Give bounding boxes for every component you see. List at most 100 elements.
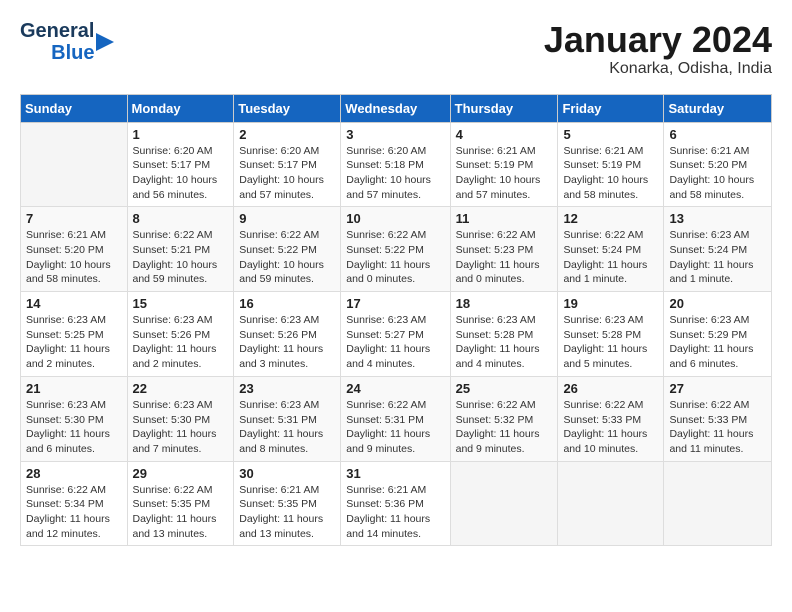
- day-info: Sunrise: 6:22 AM Sunset: 5:34 PM Dayligh…: [26, 483, 122, 542]
- day-info: Sunrise: 6:23 AM Sunset: 5:31 PM Dayligh…: [239, 398, 335, 457]
- calendar-cell: 7 Sunrise: 6:21 AM Sunset: 5:20 PM Daylig…: [21, 207, 128, 292]
- day-number: 28: [26, 466, 122, 481]
- day-info: Sunrise: 6:23 AM Sunset: 5:28 PM Dayligh…: [456, 313, 553, 372]
- calendar-cell: 2Sunrise: 6:20 AM Sunset: 5:17 PM Daylig…: [234, 122, 341, 207]
- calendar-cell: 8 Sunrise: 6:22 AM Sunset: 5:21 PM Daylig…: [127, 207, 234, 292]
- weekday-header-saturday: Saturday: [664, 94, 772, 122]
- calendar-cell: 24 Sunrise: 6:22 AM Sunset: 5:31 PM Dayli…: [341, 376, 450, 461]
- calendar-cell: 1 Sunrise: 6:20 AM Sunset: 5:17 PM Daylig…: [127, 122, 234, 207]
- day-number: 17: [346, 296, 444, 311]
- calendar-cell: 29 Sunrise: 6:22 AM Sunset: 5:35 PM Dayli…: [127, 461, 234, 546]
- day-number: 1: [133, 127, 229, 142]
- day-number: 14: [26, 296, 122, 311]
- day-info: Sunrise: 6:21 AM Sunset: 5:36 PM Dayligh…: [346, 483, 444, 542]
- day-info: Sunrise: 6:20 AM Sunset: 5:17 PM Dayligh…: [133, 144, 229, 203]
- day-info: Sunrise: 6:22 AM Sunset: 5:22 PM Dayligh…: [239, 228, 335, 287]
- calendar-cell: 30Sunrise: 6:21 AM Sunset: 5:35 PM Dayli…: [234, 461, 341, 546]
- day-number: 8: [133, 211, 229, 226]
- title-block: January 2024 Konarka, Odisha, India: [544, 20, 772, 78]
- day-number: 4: [456, 127, 553, 142]
- day-number: 18: [456, 296, 553, 311]
- calendar-cell: 17 Sunrise: 6:23 AM Sunset: 5:27 PM Dayli…: [341, 292, 450, 377]
- calendar-cell: [664, 461, 772, 546]
- day-info: Sunrise: 6:21 AM Sunset: 5:20 PM Dayligh…: [26, 228, 122, 287]
- day-number: 15: [133, 296, 229, 311]
- calendar-cell: 9 Sunrise: 6:22 AM Sunset: 5:22 PM Daylig…: [234, 207, 341, 292]
- calendar-cell: [21, 122, 128, 207]
- calendar-cell: 11Sunrise: 6:22 AM Sunset: 5:23 PM Dayli…: [450, 207, 558, 292]
- day-info: Sunrise: 6:22 AM Sunset: 5:23 PM Dayligh…: [456, 228, 553, 287]
- calendar-cell: 19 Sunrise: 6:23 AM Sunset: 5:28 PM Dayli…: [558, 292, 664, 377]
- calendar-table: SundayMondayTuesdayWednesdayThursdayFrid…: [20, 94, 772, 547]
- logo-general: General: [20, 20, 94, 42]
- calendar-cell: 12 Sunrise: 6:22 AM Sunset: 5:24 PM Dayli…: [558, 207, 664, 292]
- day-number: 6: [669, 127, 766, 142]
- day-info: Sunrise: 6:21 AM Sunset: 5:35 PM Dayligh…: [239, 483, 335, 542]
- day-info: Sunrise: 6:21 AM Sunset: 5:19 PM Dayligh…: [456, 144, 553, 203]
- page-header: General Blue January 2024 Konarka, Odish…: [20, 20, 772, 78]
- day-number: 23: [239, 381, 335, 396]
- day-info: Sunrise: 6:22 AM Sunset: 5:33 PM Dayligh…: [563, 398, 658, 457]
- logo: General Blue: [20, 20, 114, 64]
- calendar-cell: 28 Sunrise: 6:22 AM Sunset: 5:34 PM Dayli…: [21, 461, 128, 546]
- weekday-header-tuesday: Tuesday: [234, 94, 341, 122]
- day-info: Sunrise: 6:23 AM Sunset: 5:26 PM Dayligh…: [133, 313, 229, 372]
- calendar-cell: 18 Sunrise: 6:23 AM Sunset: 5:28 PM Dayli…: [450, 292, 558, 377]
- calendar-cell: 16Sunrise: 6:23 AM Sunset: 5:26 PM Dayli…: [234, 292, 341, 377]
- calendar-cell: 25Sunrise: 6:22 AM Sunset: 5:32 PM Dayli…: [450, 376, 558, 461]
- location: Konarka, Odisha, India: [544, 60, 772, 78]
- day-number: 20: [669, 296, 766, 311]
- day-number: 26: [563, 381, 658, 396]
- weekday-header-monday: Monday: [127, 94, 234, 122]
- day-number: 12: [563, 211, 658, 226]
- calendar-cell: 5Sunrise: 6:21 AM Sunset: 5:19 PM Daylig…: [558, 122, 664, 207]
- day-number: 19: [563, 296, 658, 311]
- weekday-header-thursday: Thursday: [450, 94, 558, 122]
- day-info: Sunrise: 6:23 AM Sunset: 5:28 PM Dayligh…: [563, 313, 658, 372]
- calendar-cell: 4 Sunrise: 6:21 AM Sunset: 5:19 PM Daylig…: [450, 122, 558, 207]
- day-info: Sunrise: 6:22 AM Sunset: 5:33 PM Dayligh…: [669, 398, 766, 457]
- day-number: 5: [563, 127, 658, 142]
- day-number: 24: [346, 381, 444, 396]
- day-info: Sunrise: 6:23 AM Sunset: 5:24 PM Dayligh…: [669, 228, 766, 287]
- day-info: Sunrise: 6:22 AM Sunset: 5:31 PM Dayligh…: [346, 398, 444, 457]
- day-number: 27: [669, 381, 766, 396]
- month-title: January 2024: [544, 20, 772, 60]
- day-info: Sunrise: 6:20 AM Sunset: 5:18 PM Dayligh…: [346, 144, 444, 203]
- day-number: 29: [133, 466, 229, 481]
- calendar-cell: 31 Sunrise: 6:21 AM Sunset: 5:36 PM Dayli…: [341, 461, 450, 546]
- day-info: Sunrise: 6:23 AM Sunset: 5:25 PM Dayligh…: [26, 313, 122, 372]
- calendar-cell: 20Sunrise: 6:23 AM Sunset: 5:29 PM Dayli…: [664, 292, 772, 377]
- calendar-cell: 27 Sunrise: 6:22 AM Sunset: 5:33 PM Dayli…: [664, 376, 772, 461]
- calendar-cell: 22Sunrise: 6:23 AM Sunset: 5:30 PM Dayli…: [127, 376, 234, 461]
- weekday-header-sunday: Sunday: [21, 94, 128, 122]
- day-number: 13: [669, 211, 766, 226]
- logo-icon: [96, 31, 114, 53]
- day-info: Sunrise: 6:23 AM Sunset: 5:30 PM Dayligh…: [133, 398, 229, 457]
- day-number: 3: [346, 127, 444, 142]
- calendar-cell: 26 Sunrise: 6:22 AM Sunset: 5:33 PM Dayli…: [558, 376, 664, 461]
- day-info: Sunrise: 6:22 AM Sunset: 5:24 PM Dayligh…: [563, 228, 658, 287]
- calendar-cell: 13 Sunrise: 6:23 AM Sunset: 5:24 PM Dayli…: [664, 207, 772, 292]
- day-info: Sunrise: 6:23 AM Sunset: 5:27 PM Dayligh…: [346, 313, 444, 372]
- day-info: Sunrise: 6:22 AM Sunset: 5:21 PM Dayligh…: [133, 228, 229, 287]
- day-info: Sunrise: 6:23 AM Sunset: 5:30 PM Dayligh…: [26, 398, 122, 457]
- day-number: 7: [26, 211, 122, 226]
- day-info: Sunrise: 6:22 AM Sunset: 5:35 PM Dayligh…: [133, 483, 229, 542]
- day-info: Sunrise: 6:20 AM Sunset: 5:17 PM Dayligh…: [239, 144, 335, 203]
- day-number: 31: [346, 466, 444, 481]
- calendar-cell: 14 Sunrise: 6:23 AM Sunset: 5:25 PM Dayli…: [21, 292, 128, 377]
- day-number: 9: [239, 211, 335, 226]
- calendar-cell: [450, 461, 558, 546]
- day-number: 25: [456, 381, 553, 396]
- calendar-cell: [558, 461, 664, 546]
- calendar-cell: 10 Sunrise: 6:22 AM Sunset: 5:22 PM Dayli…: [341, 207, 450, 292]
- day-info: Sunrise: 6:22 AM Sunset: 5:22 PM Dayligh…: [346, 228, 444, 287]
- calendar-cell: 6 Sunrise: 6:21 AM Sunset: 5:20 PM Daylig…: [664, 122, 772, 207]
- day-number: 21: [26, 381, 122, 396]
- day-info: Sunrise: 6:21 AM Sunset: 5:20 PM Dayligh…: [669, 144, 766, 203]
- day-number: 10: [346, 211, 444, 226]
- day-number: 16: [239, 296, 335, 311]
- weekday-header-friday: Friday: [558, 94, 664, 122]
- calendar-cell: 15 Sunrise: 6:23 AM Sunset: 5:26 PM Dayli…: [127, 292, 234, 377]
